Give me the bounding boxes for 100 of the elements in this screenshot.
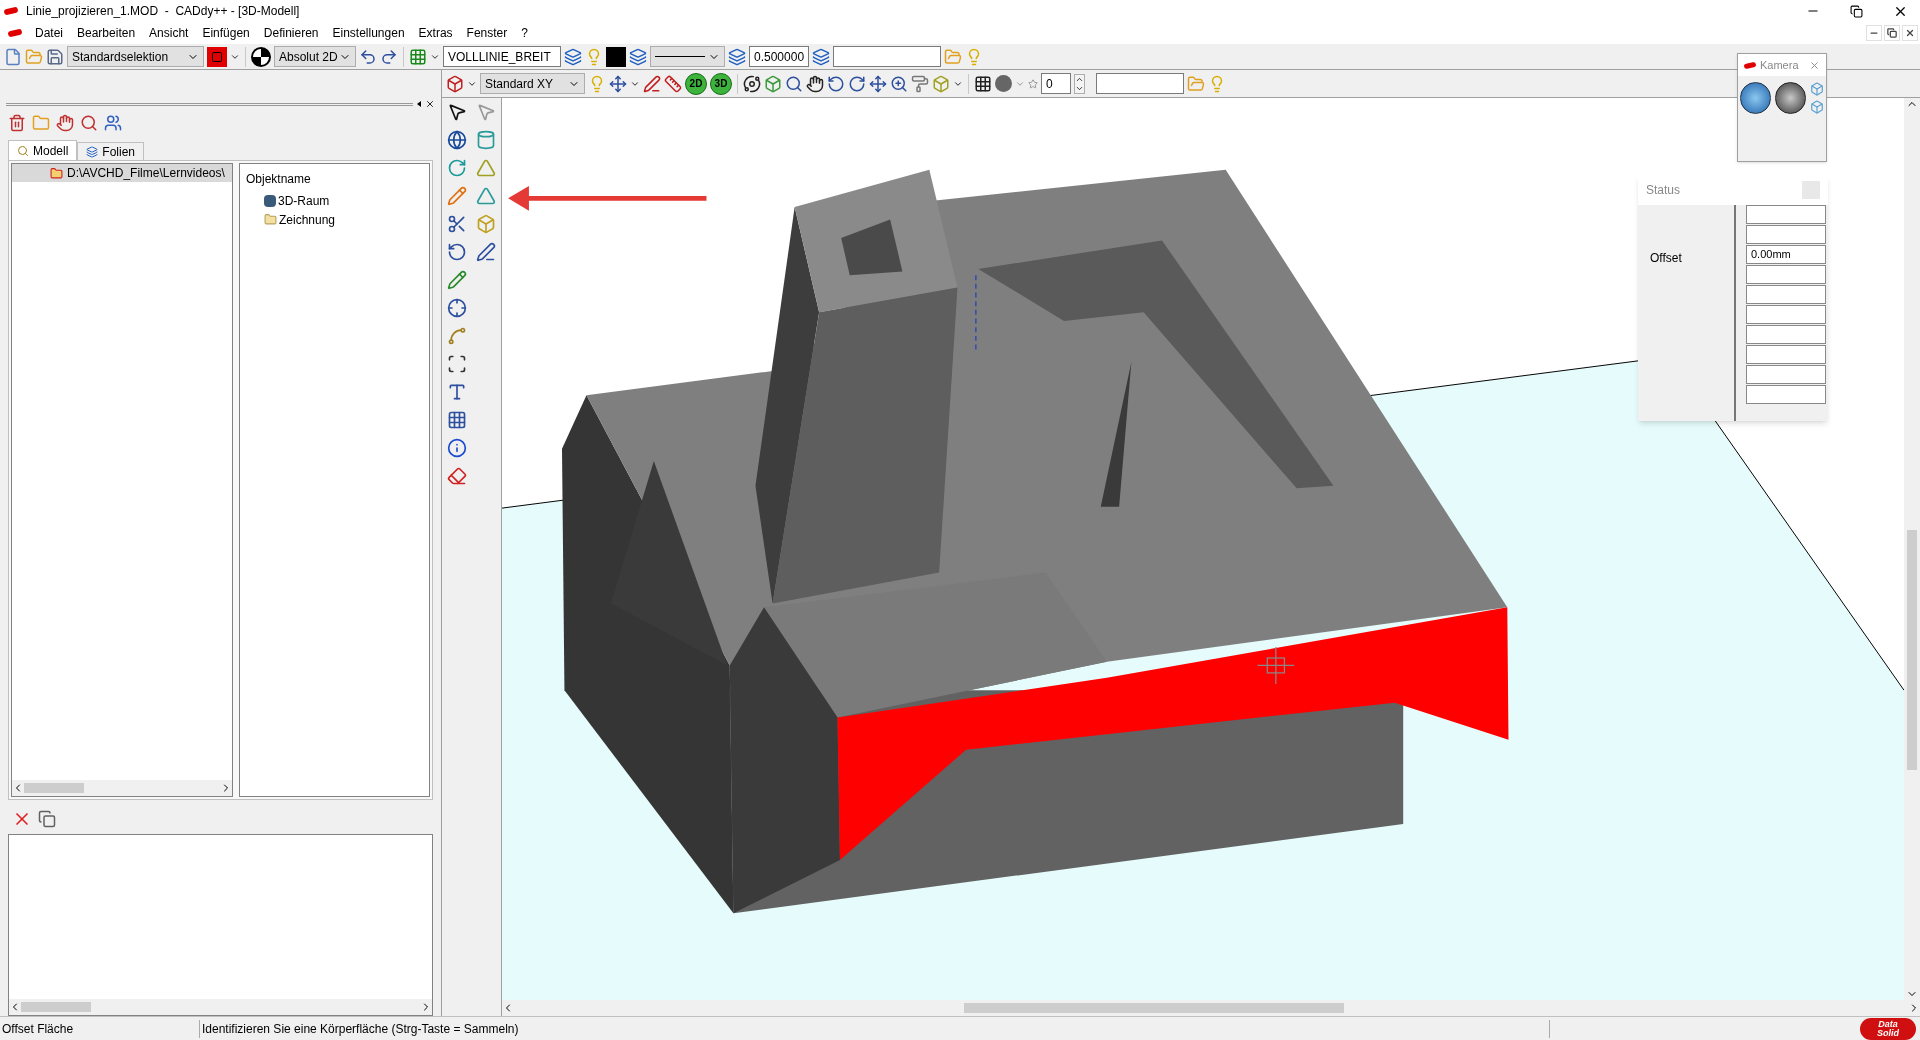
new-file-icon[interactable] [4, 47, 22, 66]
curve-icon[interactable] [446, 326, 467, 346]
rotate-right-icon[interactable] [848, 74, 866, 93]
horizontal-scrollbar[interactable] [9, 999, 432, 1015]
star-icon[interactable] [1028, 78, 1038, 89]
zoom-icon[interactable] [890, 74, 908, 93]
empty-field[interactable] [1746, 205, 1826, 224]
menu-item[interactable]: Einstellungen [325, 24, 412, 42]
text-field[interactable] [1096, 73, 1184, 94]
globe-icon[interactable] [1775, 82, 1806, 114]
view-mode-button[interactable]: 2D [685, 72, 707, 95]
scrollbar-thumb[interactable] [24, 783, 84, 793]
close-icon[interactable] [425, 99, 435, 109]
rotate-left-icon[interactable] [827, 74, 845, 93]
menu-item[interactable]: Fenster [459, 24, 515, 42]
menu-item[interactable]: Definieren [256, 24, 326, 42]
search-icon[interactable] [785, 74, 803, 93]
copy-icon[interactable] [38, 810, 56, 828]
restore-icon[interactable] [1884, 25, 1900, 41]
grid-icon[interactable] [409, 47, 427, 66]
empty-field[interactable] [1746, 225, 1826, 244]
empty-field[interactable] [1746, 345, 1826, 364]
layers-icon[interactable] [564, 47, 582, 66]
empty-field[interactable] [1746, 285, 1826, 304]
object-item[interactable]: Zeichnung [246, 210, 429, 229]
window-title: Linie_projizieren_1.MOD - CADdy++ - [3D-Modell] [26, 3, 300, 20]
target-icon[interactable] [251, 46, 271, 67]
crosshair-icon[interactable] [446, 298, 467, 318]
pen-icon[interactable] [476, 242, 497, 262]
pen-icon[interactable] [643, 74, 661, 93]
menu-item[interactable]: Bearbeiten [70, 24, 143, 42]
coordinates-dropdown[interactable]: Absolut 2D [274, 46, 356, 67]
cube-icon[interactable] [476, 214, 497, 234]
selection-dropdown[interactable]: Standardselektion [67, 46, 204, 67]
eraser-icon[interactable] [446, 466, 467, 486]
line-style-dropdown[interactable] [650, 46, 725, 67]
pencil-icon[interactable] [446, 270, 467, 290]
app-logo-icon[interactable] [7, 28, 23, 38]
globe-icon[interactable] [1740, 82, 1771, 114]
tab[interactable]: Folien [77, 142, 145, 160]
color-swatch[interactable] [606, 46, 626, 67]
save-icon[interactable] [46, 47, 64, 66]
tab[interactable]: Modell [8, 140, 78, 160]
empty-field[interactable] [1746, 265, 1826, 284]
counter-field[interactable]: 0 [1041, 73, 1071, 94]
pointer-icon[interactable] [446, 102, 467, 122]
cube-icon[interactable] [446, 74, 464, 93]
menu-item[interactable]: Einfügen [195, 24, 257, 42]
cylinder-icon[interactable] [476, 130, 497, 150]
restore-icon[interactable] [1850, 4, 1863, 18]
horizontal-scrollbar[interactable] [502, 1000, 1920, 1016]
move-icon[interactable] [869, 74, 887, 93]
orbit-icon[interactable] [743, 74, 761, 93]
paint-roller-icon[interactable] [911, 74, 929, 93]
tree-item[interactable]: D:\AVCHD_Filme\Lernvideos\ [12, 164, 232, 182]
minimize-icon[interactable] [1866, 25, 1882, 41]
text-field[interactable] [833, 46, 941, 67]
layers-icon[interactable] [728, 47, 746, 66]
move-icon[interactable] [609, 74, 627, 93]
menu-item[interactable]: ? [514, 24, 535, 42]
line-type-field[interactable]: VOLLLINIE_BREIT [443, 46, 561, 67]
hand-icon[interactable] [806, 74, 824, 93]
menu-item[interactable]: Ansicht [142, 24, 196, 42]
cube-icon[interactable] [1810, 100, 1824, 114]
hatch-icon[interactable] [974, 74, 992, 93]
empty-field[interactable] [1746, 305, 1826, 324]
pencil-icon[interactable] [446, 186, 467, 206]
selection-mode-icon[interactable] [207, 46, 227, 67]
users-icon[interactable] [104, 114, 122, 132]
ruler-icon[interactable] [664, 74, 682, 93]
rotate-icon[interactable] [446, 158, 467, 178]
hatch-icon[interactable] [446, 410, 467, 430]
empty-field[interactable] [1746, 325, 1826, 344]
scissors-icon[interactable] [446, 214, 467, 234]
undo-icon[interactable] [359, 47, 377, 66]
triangle-icon[interactable] [476, 158, 497, 178]
search-icon[interactable] [80, 114, 98, 132]
rotate-icon[interactable] [446, 242, 467, 262]
scrollbar-thumb[interactable] [1907, 530, 1917, 770]
cube-icon[interactable] [1810, 82, 1824, 96]
pin-icon[interactable] [417, 101, 421, 107]
offset-field[interactable]: 0.00mm [1746, 245, 1826, 264]
object-item[interactable]: 3D-Raum [246, 191, 429, 210]
horizontal-scrollbar[interactable] [12, 780, 232, 796]
layers-icon[interactable] [629, 47, 647, 66]
info-icon[interactable] [446, 438, 467, 458]
empty-field[interactable] [1746, 385, 1826, 404]
menu-item[interactable]: Extras [411, 24, 460, 42]
vertical-scrollbar[interactable] [1904, 98, 1920, 1000]
view-mode-button[interactable]: 3D [710, 72, 732, 95]
spin-buttons[interactable] [1074, 73, 1085, 94]
line-width-field[interactable]: 0.500000 [749, 46, 809, 67]
menu-item[interactable]: Datei [28, 24, 70, 42]
scrollbar-thumb[interactable] [21, 1002, 91, 1012]
view-dropdown[interactable]: Standard XY [480, 73, 585, 94]
layers-icon[interactable] [812, 47, 830, 66]
empty-field[interactable] [1746, 365, 1826, 384]
close-icon[interactable] [1902, 25, 1918, 41]
scrollbar-thumb[interactable] [964, 1003, 1344, 1013]
redo-icon[interactable] [380, 47, 398, 66]
